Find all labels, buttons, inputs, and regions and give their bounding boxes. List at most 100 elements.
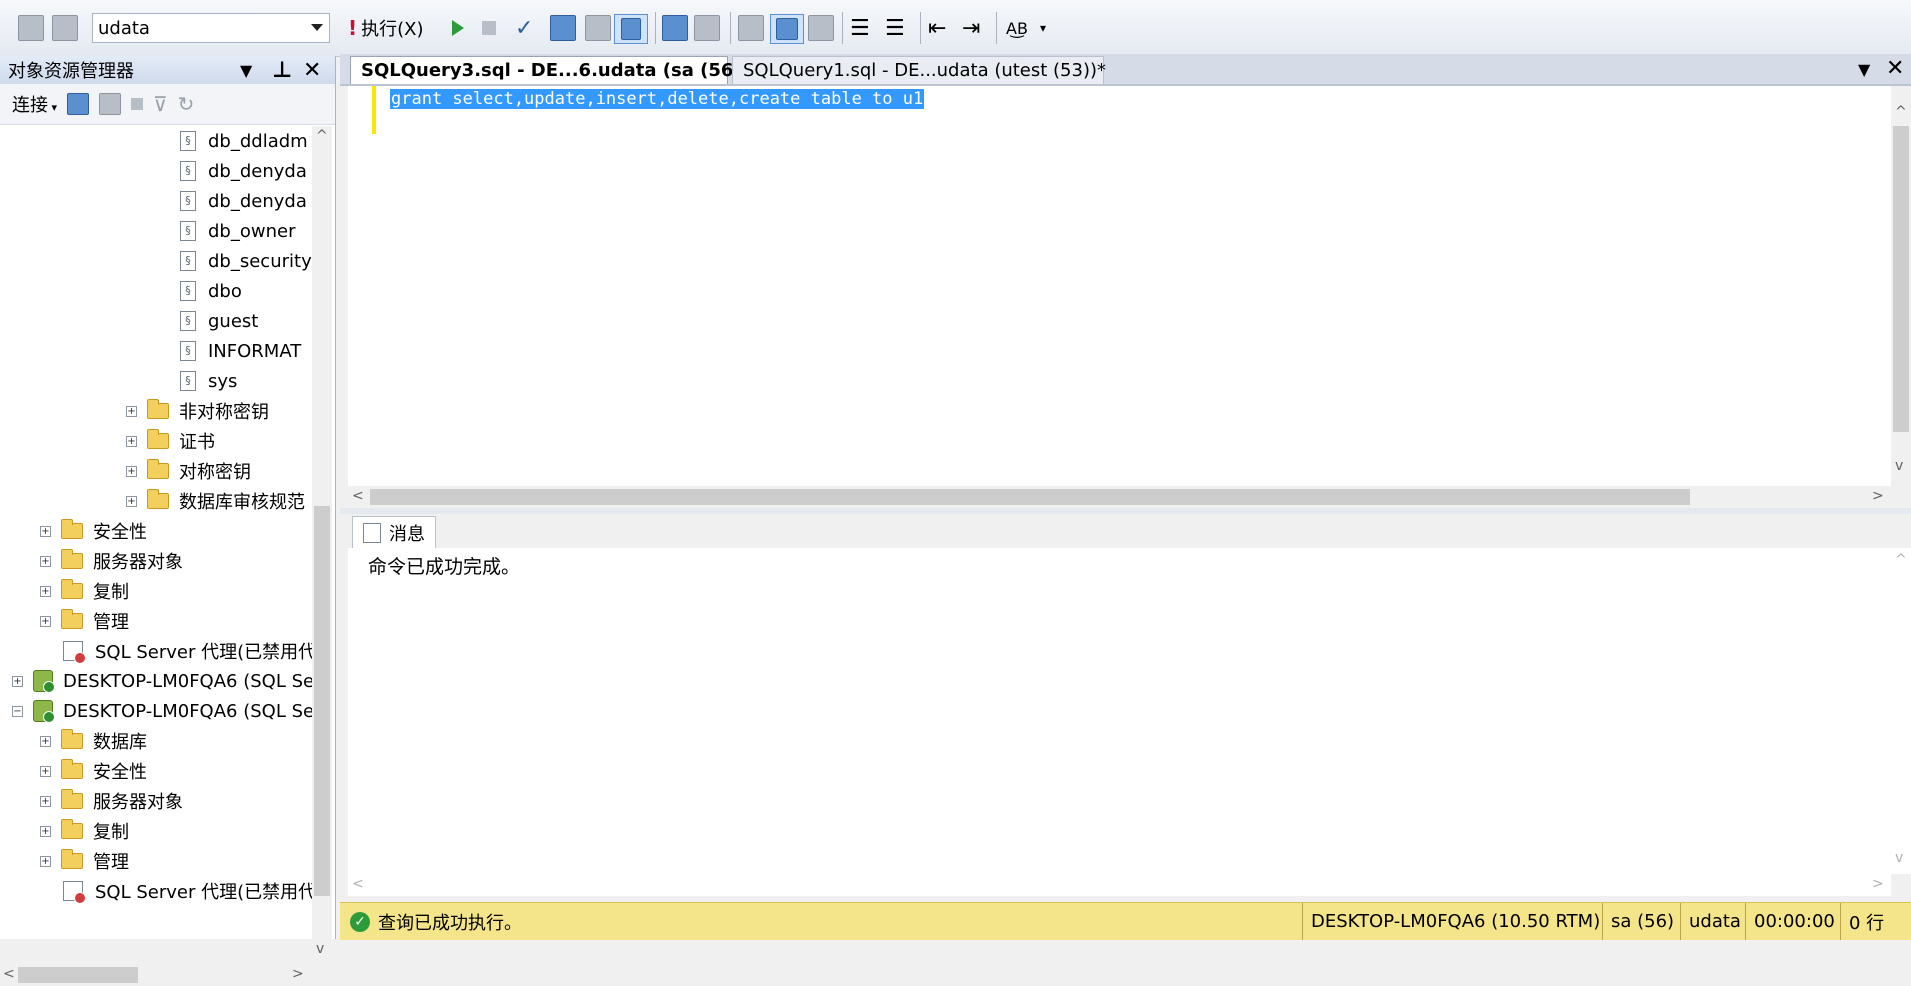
query-editor[interactable]: grant select,update,insert,delete,create…: [348, 86, 1891, 486]
expand-icon[interactable]: +: [40, 585, 51, 597]
scroll-down-icon[interactable]: v: [1895, 850, 1903, 866]
collapse-icon[interactable]: −: [12, 705, 23, 717]
tree-node[interactable]: § guest: [180, 306, 258, 336]
toolbar-overflow-icon[interactable]: ▾: [1040, 14, 1046, 42]
dropdown-icon[interactable]: ▼: [240, 61, 252, 80]
decrease-indent-icon[interactable]: ⇤: [928, 14, 946, 42]
scroll-left-icon[interactable]: <: [352, 488, 364, 504]
expand-icon[interactable]: +: [40, 765, 51, 777]
debug-icon[interactable]: [450, 14, 466, 42]
scroll-up-icon[interactable]: ^: [316, 128, 328, 144]
tab-messages[interactable]: 消息: [352, 516, 436, 548]
tree-vertical-scrollbar[interactable]: ^ v: [312, 126, 332, 964]
scroll-thumb[interactable]: [18, 967, 138, 983]
results-to-text-icon[interactable]: [738, 14, 764, 42]
scroll-up-icon[interactable]: ^: [1895, 104, 1907, 120]
tree-node[interactable]: + 数据库审核规范: [126, 486, 305, 516]
results-to-file-icon[interactable]: [808, 14, 834, 42]
scroll-right-icon[interactable]: >: [1872, 488, 1884, 504]
query-options-icon[interactable]: [585, 14, 611, 42]
expand-icon[interactable]: +: [40, 825, 51, 837]
expand-icon[interactable]: +: [126, 405, 137, 417]
tree-node[interactable]: § db_denyda: [180, 186, 307, 216]
tree-node[interactable]: § INFORMAT: [180, 336, 301, 366]
connect-button[interactable]: 连接 ▾: [12, 91, 57, 117]
tree-node[interactable]: + 复制: [40, 816, 129, 846]
tree-node[interactable]: + 对称密钥: [126, 456, 251, 486]
tree-node[interactable]: § dbo: [180, 276, 242, 306]
results-grid-icon[interactable]: [770, 14, 804, 44]
scroll-right-icon[interactable]: >: [292, 966, 304, 982]
tree-node[interactable]: + 数据库: [40, 726, 147, 756]
tree-node[interactable]: + 复制: [40, 576, 129, 606]
scroll-thumb[interactable]: [314, 506, 330, 896]
scroll-up-icon[interactable]: ^: [1895, 552, 1907, 568]
expand-icon[interactable]: +: [40, 735, 51, 747]
expand-icon[interactable]: +: [40, 555, 51, 567]
include-plan-icon[interactable]: [662, 14, 688, 42]
tab-sqlquery1[interactable]: SQLQuery1.sql - DE...udata (utest (53))*: [732, 56, 1106, 84]
tree-node[interactable]: + 管理: [40, 846, 129, 876]
tree-node[interactable]: + 管理: [40, 606, 129, 636]
new-query-icon[interactable]: [67, 93, 90, 115]
expand-icon[interactable]: +: [126, 465, 137, 477]
expand-icon[interactable]: +: [40, 795, 51, 807]
expand-icon[interactable]: +: [40, 615, 51, 627]
increase-indent-icon[interactable]: ⇥: [962, 14, 980, 42]
tree-node[interactable]: + DESKTOP-LM0FQA6 (SQL Se: [12, 666, 312, 696]
tree-node[interactable]: + 安全性: [40, 756, 147, 786]
disconnect-icon[interactable]: [52, 14, 78, 42]
tree-node[interactable]: § db_ddladm: [180, 126, 308, 156]
tab-list-dropdown-icon[interactable]: ▼: [1858, 60, 1870, 79]
tree-node[interactable]: § sys: [180, 366, 237, 396]
scroll-left-icon[interactable]: <: [3, 966, 15, 982]
tree-node[interactable]: + 安全性: [40, 516, 147, 546]
comment-icon[interactable]: ☰: [850, 14, 870, 42]
expand-icon[interactable]: +: [126, 495, 137, 507]
close-icon[interactable]: ✕: [303, 58, 321, 83]
tree-node[interactable]: − DESKTOP-LM0FQA6 (SQL Se: [12, 696, 312, 726]
scroll-right-icon[interactable]: >: [1872, 876, 1884, 892]
execute-button[interactable]: ! 执行(X): [348, 14, 424, 42]
scroll-down-icon[interactable]: v: [1895, 458, 1903, 474]
stop-icon[interactable]: [131, 98, 144, 110]
uncomment-icon[interactable]: ☰: [885, 14, 905, 42]
results-to-grid-icon[interactable]: [614, 14, 648, 44]
parse-icon[interactable]: ✓: [515, 14, 533, 42]
code-line-1[interactable]: grant select,update,insert,delete,create…: [390, 88, 925, 110]
tree-node[interactable]: + 非对称密钥: [126, 396, 269, 426]
tree-horizontal-scrollbar[interactable]: < >: [0, 964, 312, 986]
tree-node[interactable]: + 服务器对象: [40, 546, 183, 576]
client-stats-icon[interactable]: [694, 14, 720, 42]
editor-vertical-scrollbar[interactable]: ^ v: [1891, 100, 1911, 480]
expand-icon[interactable]: +: [12, 675, 23, 687]
results-vertical-scrollbar[interactable]: ^ v: [1891, 548, 1911, 874]
expand-icon[interactable]: +: [126, 435, 137, 447]
pin-icon[interactable]: ⊥: [272, 58, 292, 83]
expand-icon[interactable]: +: [40, 855, 51, 867]
close-tab-icon[interactable]: ✕: [1886, 56, 1904, 81]
tree-node[interactable]: + 服务器对象: [40, 786, 183, 816]
filter-icon[interactable]: ⊽: [153, 92, 168, 116]
refresh-icon[interactable]: ↻: [178, 92, 195, 116]
tree-node[interactable]: § db_owner: [180, 216, 295, 246]
tree-node[interactable]: § db_denyda: [180, 156, 307, 186]
tab-sqlquery3[interactable]: SQLQuery3.sql - DE...6.udata (sa (56))*: [350, 56, 759, 84]
tree-node[interactable]: § db_security: [180, 246, 312, 276]
disconnect-server-icon[interactable]: [99, 93, 122, 115]
database-select[interactable]: udata: [92, 13, 330, 43]
object-explorer-connect-icon[interactable]: [18, 14, 44, 42]
scroll-down-icon[interactable]: v: [316, 941, 324, 957]
display-plan-icon[interactable]: [550, 14, 576, 42]
editor-horizontal-scrollbar[interactable]: < >: [348, 486, 1891, 508]
tree-node[interactable]: + 证书: [126, 426, 215, 456]
scroll-thumb[interactable]: [370, 489, 1690, 505]
cancel-query-icon[interactable]: [482, 14, 496, 42]
expand-icon[interactable]: +: [40, 525, 51, 537]
specify-values-icon[interactable]: A͜B: [1006, 14, 1028, 42]
scroll-left-icon[interactable]: <: [352, 876, 364, 892]
tree-node[interactable]: SQL Server 代理(已禁用代: [63, 636, 312, 666]
tree-node[interactable]: SQL Server 代理(已禁用代: [63, 876, 312, 906]
scroll-thumb[interactable]: [1893, 126, 1909, 432]
results-horizontal-scrollbar[interactable]: < >: [348, 874, 1891, 896]
